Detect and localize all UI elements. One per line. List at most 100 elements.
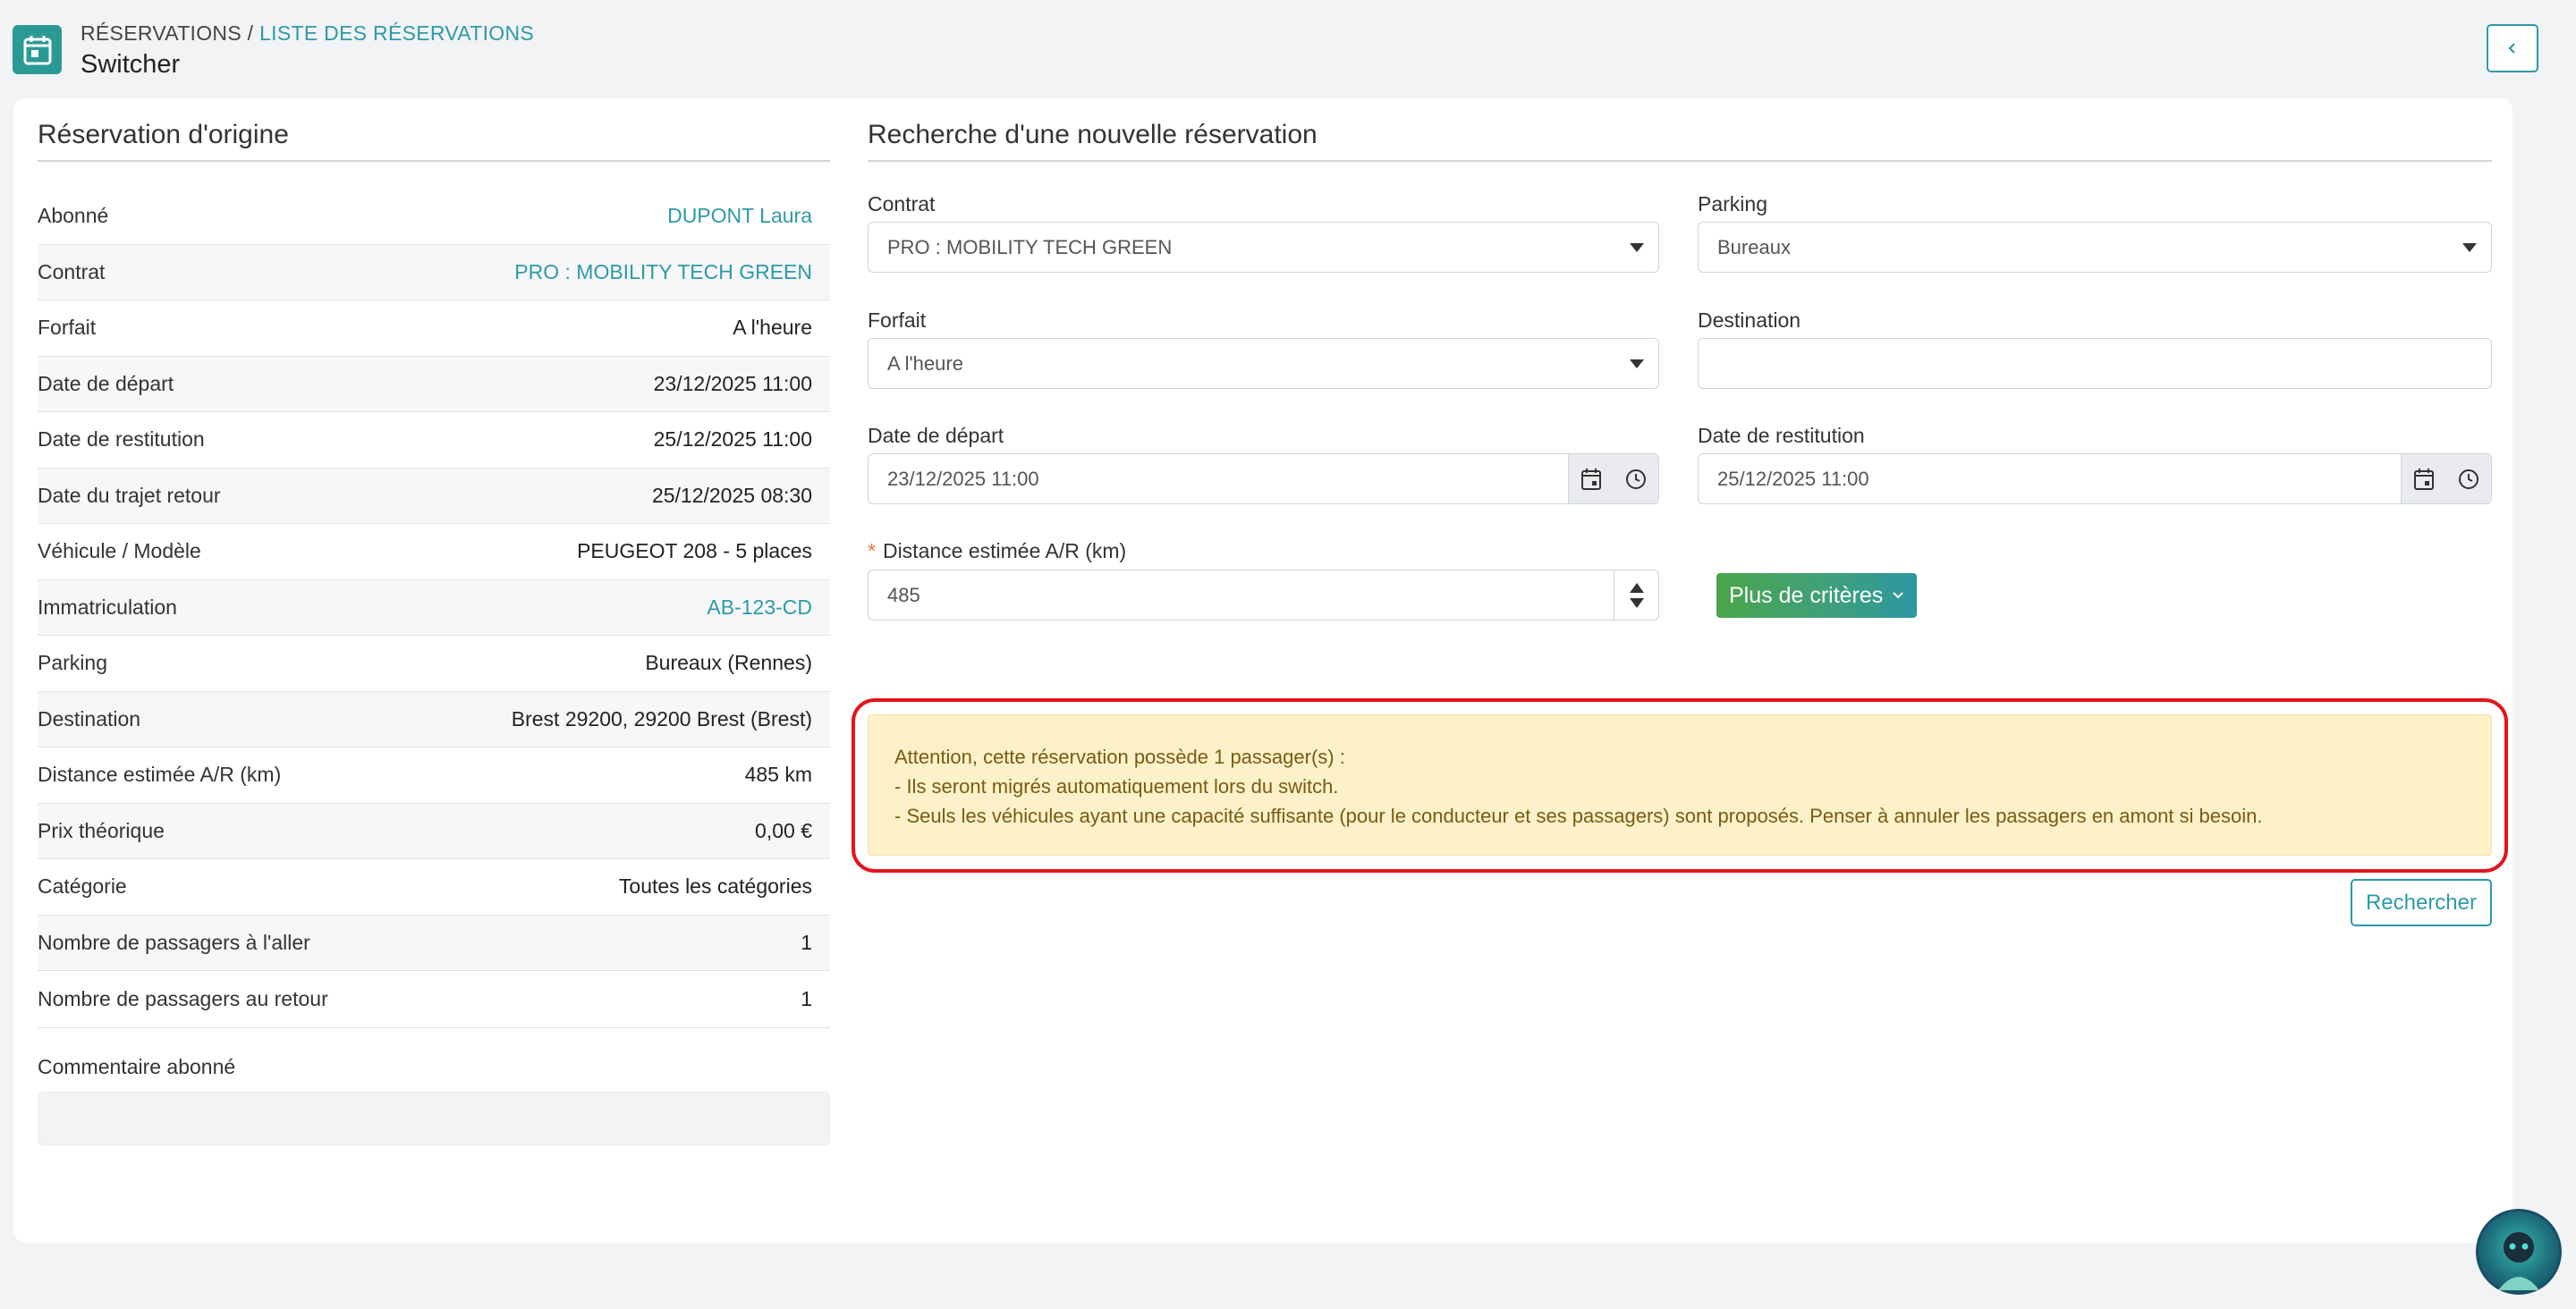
origin-detail-value: 25/12/2025 08:30 xyxy=(651,483,812,507)
origin-detail-label: Parking xyxy=(38,651,107,675)
parking-label: Parking xyxy=(1698,192,1767,215)
restitution-date-value: 25/12/2025 11:00 xyxy=(1717,467,1869,490)
contrat-label: Contrat xyxy=(868,192,936,215)
origin-detail-value: 0,00 € xyxy=(755,818,812,842)
search-button[interactable]: Rechercher xyxy=(2350,879,2492,926)
forfait-select[interactable]: A l'heure xyxy=(868,338,1659,389)
origin-detail-label: Catégorie xyxy=(38,874,127,899)
origin-detail-row: Destination Brest 29200, 29200 Brest (Bre… xyxy=(38,691,830,747)
page-header: RÉSERVATIONS / LISTE DES RÉSERVATIONS Sw… xyxy=(13,21,2563,86)
distance-input[interactable]: 485 xyxy=(868,570,1659,621)
assistant-bot-avatar[interactable] xyxy=(2476,1209,2562,1295)
origin-detail-value: 23/12/2025 11:00 xyxy=(653,371,812,395)
origin-detail-row: Catégorie Toutes les catégories xyxy=(38,859,830,916)
contrat-select-value: PRO : MOBILITY TECH GREEN xyxy=(887,235,1173,258)
origin-detail-label: Destination xyxy=(38,706,141,731)
origin-detail-value: Brest 29200, 29200 Brest (Brest) xyxy=(511,706,812,731)
distance-input-value: 485 xyxy=(887,583,920,606)
origin-detail-row: Distance estimée A/R (km) 485 km xyxy=(38,747,830,804)
origin-detail-value: 1 xyxy=(801,986,812,1010)
origin-detail-label: Date de départ xyxy=(38,371,174,395)
depart-date-input[interactable]: 23/12/2025 11:00 xyxy=(868,453,1659,504)
parking-select-value: Bureaux xyxy=(1717,235,1791,258)
origin-detail-link[interactable]: DUPONT Laura xyxy=(667,204,812,228)
breadcrumb-separator: / xyxy=(241,21,260,45)
comment-label: Commentaire abonné xyxy=(38,1054,236,1078)
origin-detail-row: Forfait A l'heure xyxy=(38,300,830,357)
origin-detail-value: 25/12/2025 11:00 xyxy=(653,427,812,452)
passenger-warning-alert: Attention, cette réservation possède 1 p… xyxy=(868,714,2492,856)
alert-line-3: - Seuls les véhicules ayant une capacité… xyxy=(894,805,2263,827)
destination-input[interactable] xyxy=(1698,338,2492,389)
new-reservation-search-panel: Recherche d'une nouvelle réservation Con… xyxy=(852,120,2508,926)
origin-detail-value: Toutes les catégories xyxy=(618,874,812,899)
stepper-up-icon[interactable] xyxy=(1629,582,1644,593)
origin-detail-value: 1 xyxy=(801,930,812,954)
search-section-title: Recherche d'une nouvelle réservation xyxy=(868,120,2492,162)
more-criteria-button[interactable]: Plus de critères xyxy=(1716,573,1918,618)
main-card: Réservation d'origine Abonné DUPONT Laura… xyxy=(13,98,2512,1243)
depart-date-label: Date de départ xyxy=(868,424,1004,447)
origin-detail-link[interactable]: PRO : MOBILITY TECH GREEN xyxy=(514,260,812,284)
origin-detail-row: Véhicule / Modèle PEUGEOT 208 - 5 places xyxy=(38,524,830,580)
origin-detail-label: Immatriculation xyxy=(38,595,177,619)
contrat-select[interactable]: PRO : MOBILITY TECH GREEN xyxy=(868,222,1659,273)
depart-date-value: 23/12/2025 11:00 xyxy=(887,467,1039,490)
origin-reservation-panel: Réservation d'origine Abonné DUPONT Laura… xyxy=(38,120,830,1145)
origin-detail-row: Contrat PRO : MOBILITY TECH GREEN xyxy=(38,244,830,300)
depart-date-buttons xyxy=(1568,454,1658,503)
restitution-date-label: Date de restitution xyxy=(1698,424,1865,447)
calendar-icon xyxy=(13,25,62,74)
search-form: Contrat PRO : MOBILITY TECH GREEN Parkin… xyxy=(852,162,2508,926)
robot-icon xyxy=(2498,1232,2539,1290)
parking-select[interactable]: Bureaux xyxy=(1698,222,2492,273)
chevron-left-icon xyxy=(2508,43,2515,54)
back-button[interactable] xyxy=(2487,24,2538,72)
origin-details-list: Abonné DUPONT Laura Contrat PRO : MOBILITY … xyxy=(38,189,830,1028)
restitution-date-input[interactable]: 25/12/2025 11:00 xyxy=(1698,453,2492,504)
breadcrumb-link-reservations-list[interactable]: LISTE DES RÉSERVATIONS xyxy=(259,21,534,45)
origin-detail-row: Prix théorique 0,00 € xyxy=(38,803,830,859)
alert-line-1: Attention, cette réservation possède 1 p… xyxy=(894,746,1345,768)
origin-detail-label: Nombre de passagers à l'aller xyxy=(38,930,310,954)
caret-down-icon xyxy=(1630,359,1644,368)
origin-detail-label: Prix théorique xyxy=(38,818,165,842)
breadcrumb-root: RÉSERVATIONS xyxy=(80,21,242,45)
breadcrumb: RÉSERVATIONS / LISTE DES RÉSERVATIONS xyxy=(80,21,534,46)
origin-detail-label: Contrat xyxy=(38,259,106,283)
origin-detail-value: Bureaux (Rennes) xyxy=(645,651,812,675)
origin-detail-label: Date de restitution xyxy=(38,427,205,452)
origin-detail-label: Nombre de passagers au retour xyxy=(38,986,328,1010)
origin-section-title: Réservation d'origine xyxy=(38,120,830,162)
calendar-icon[interactable] xyxy=(2413,468,2435,491)
origin-detail-value: A l'heure xyxy=(733,316,812,340)
restitution-date-buttons xyxy=(2401,454,2491,503)
required-asterisk: * xyxy=(868,539,876,562)
distance-label-text: Distance estimée A/R (km) xyxy=(882,539,1127,562)
chevron-down-icon xyxy=(1893,592,1904,599)
origin-detail-value: PEUGEOT 208 - 5 places xyxy=(577,539,812,563)
origin-detail-value: 485 km xyxy=(744,763,812,787)
caret-down-icon xyxy=(2462,242,2477,252)
origin-detail-label: Abonné xyxy=(38,204,109,228)
forfait-select-value: A l'heure xyxy=(887,351,963,375)
origin-detail-link[interactable]: AB-123-CD xyxy=(707,595,812,620)
comment-box xyxy=(38,1091,830,1145)
distance-stepper[interactable] xyxy=(1614,570,1658,620)
origin-detail-row: Nombre de passagers au retour 1 xyxy=(38,971,830,1027)
origin-detail-row: Abonné DUPONT Laura xyxy=(38,189,830,245)
origin-detail-row: Date de départ 23/12/2025 11:00 xyxy=(38,356,830,412)
origin-detail-label: Distance estimée A/R (km) xyxy=(38,763,282,787)
origin-detail-row: Parking Bureaux (Rennes) xyxy=(38,636,830,692)
caret-down-icon xyxy=(1630,242,1644,252)
calendar-icon[interactable] xyxy=(1580,468,1602,491)
stepper-down-icon[interactable] xyxy=(1629,597,1644,608)
clock-icon[interactable] xyxy=(1625,469,1647,490)
destination-label: Destination xyxy=(1698,308,1801,332)
origin-detail-row: Date du trajet retour 25/12/2025 08:30 xyxy=(38,468,830,524)
page-title: Switcher xyxy=(80,50,181,79)
origin-detail-label: Forfait xyxy=(38,316,97,340)
alert-line-2: - Ils seront migrés automatiquement lors… xyxy=(894,775,1339,798)
origin-detail-label: Date du trajet retour xyxy=(38,483,221,507)
clock-icon[interactable] xyxy=(2458,469,2479,490)
